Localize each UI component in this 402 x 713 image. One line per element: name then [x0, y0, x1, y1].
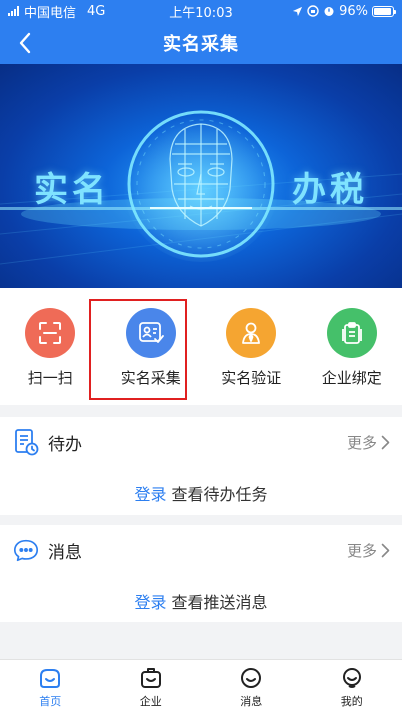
battery-icon: [372, 5, 396, 17]
chevron-right-icon: [381, 435, 390, 449]
person-verify-icon: [226, 308, 277, 358]
lock-rotation-icon: [307, 5, 319, 17]
todo-more-button[interactable]: 更多: [347, 432, 390, 453]
todo-body: 登录 查看待办任务: [0, 467, 402, 505]
realname-collect-button[interactable]: 实名采集: [101, 288, 202, 405]
tab-enterprise-label: 企业: [139, 695, 162, 708]
scan-button[interactable]: 扫一扫: [0, 288, 101, 405]
realname-verify-button[interactable]: 实名验证: [201, 288, 302, 405]
messages-login-link[interactable]: 登录: [134, 593, 166, 612]
message-icon: [241, 668, 262, 688]
enterprise-bind-button[interactable]: 企业绑定: [302, 288, 402, 405]
battery-level: [374, 7, 392, 15]
messages-section: 消息 更多 登录 查看推送消息: [0, 525, 402, 622]
todo-list-icon: [12, 428, 40, 456]
status-left: 中国电信 4G: [8, 2, 105, 21]
nav-bar: 实名采集: [0, 22, 402, 64]
tab-enterprise[interactable]: 企业: [101, 660, 202, 713]
tab-home[interactable]: 首页: [0, 660, 101, 713]
messages-title: 消息: [48, 542, 82, 563]
home-icon: [40, 669, 61, 688]
messages-text: 查看推送消息: [171, 593, 268, 612]
signal-icon: [8, 6, 19, 16]
tab-profile-label: 我的: [340, 695, 363, 708]
page-title: 实名采集: [163, 34, 239, 55]
enterprise-icon: [140, 668, 161, 688]
banner-left-text: 实名: [34, 170, 110, 210]
chevron-left-icon: [19, 32, 31, 54]
messages-more-button[interactable]: 更多: [347, 540, 390, 561]
function-grid: 扫一扫 实名采集 实名验证 企业绑定: [0, 288, 402, 405]
scan-label: 扫一扫: [27, 369, 73, 387]
id-card-icon: [125, 308, 176, 358]
todo-more-label: 更多: [346, 433, 377, 452]
tab-home-label: 首页: [39, 695, 62, 708]
carrier-label: 中国电信: [24, 5, 77, 21]
chevron-right-icon: [381, 543, 390, 557]
tab-messages[interactable]: 消息: [201, 660, 302, 713]
clipboard-icon: [326, 308, 377, 358]
banner-right-text: 办税: [292, 170, 368, 210]
back-button[interactable]: [10, 28, 40, 58]
scan-icon: [25, 308, 76, 358]
tab-profile[interactable]: 我的: [302, 660, 402, 713]
enterprise-bind-label: 企业绑定: [321, 369, 382, 387]
todo-login-link[interactable]: 登录: [134, 485, 166, 504]
profile-icon: [342, 668, 361, 688]
messages-more-label: 更多: [346, 541, 377, 560]
realname-collect-label: 实名采集: [120, 369, 181, 387]
messages-header: 消息 更多: [0, 525, 402, 575]
chat-bubble-icon: [12, 536, 40, 564]
tab-messages-label: 消息: [240, 695, 263, 708]
network-label: 4G: [87, 3, 106, 19]
battery-percent: 96%: [339, 3, 368, 19]
todo-section: 待办 更多 登录 查看待办任务: [0, 417, 402, 515]
messages-body: 登录 查看推送消息: [0, 575, 402, 613]
location-icon: [293, 6, 303, 16]
status-right: 96%: [292, 3, 396, 19]
alarm-icon: [324, 7, 334, 16]
todo-text: 查看待办任务: [171, 485, 268, 504]
banner-carousel[interactable]: 实名 办税: [0, 64, 402, 288]
todo-title: 待办: [48, 434, 82, 455]
realname-verify-label: 实名验证: [221, 369, 282, 387]
status-bar: 中国电信 4G 上午10:03 96%: [0, 0, 402, 22]
tab-bar: 首页 企业 消息 我的: [0, 659, 402, 713]
todo-header: 待办 更多: [0, 417, 402, 467]
